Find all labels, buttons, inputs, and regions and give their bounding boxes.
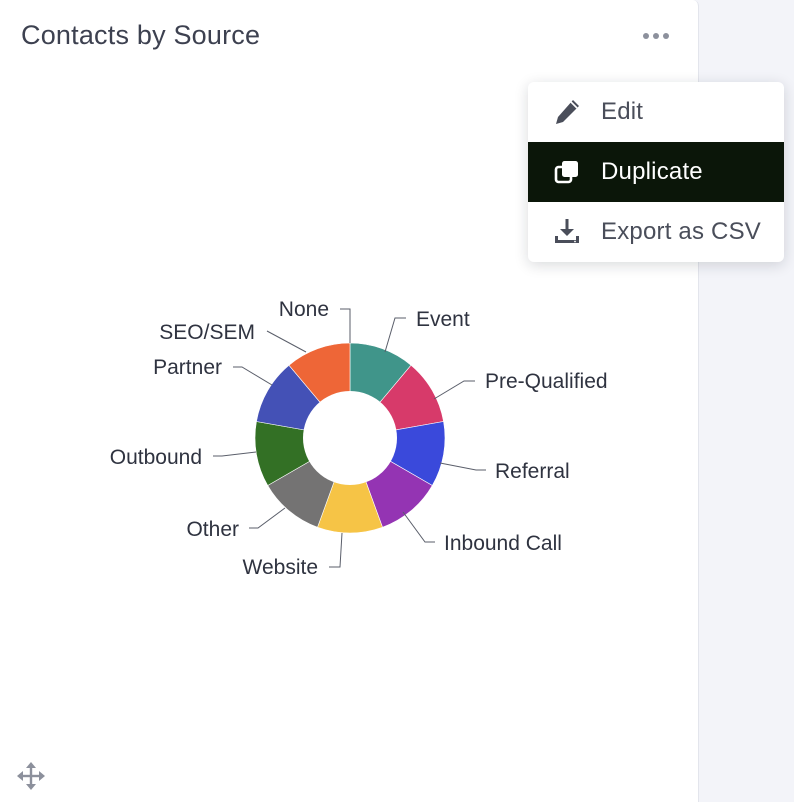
menu-item-duplicate[interactable]: Duplicate — [528, 142, 784, 202]
download-icon — [555, 219, 579, 243]
menu-item-edit[interactable]: Edit — [528, 82, 784, 142]
slice-label: Partner — [153, 356, 222, 379]
duplicate-icon — [554, 161, 578, 184]
leader-line — [266, 330, 307, 353]
leader-line — [439, 462, 486, 471]
leader-line — [329, 532, 343, 568]
slice-label: SEO/SEM — [159, 321, 255, 344]
slice-label: Inbound Call — [444, 532, 562, 555]
menu-item-export-csv[interactable]: Export as CSV — [528, 202, 784, 262]
slice-label: Pre-Qualified — [485, 370, 608, 393]
slice-label: None — [279, 298, 329, 321]
donut-hole — [303, 391, 397, 485]
menu-item-label: Edit — [601, 98, 644, 125]
move-arrows-icon[interactable] — [16, 761, 46, 791]
leader-line — [433, 380, 475, 400]
slice-label: Other — [186, 518, 239, 541]
slice-label: Website — [243, 556, 318, 579]
leader-line — [340, 308, 351, 343]
menu-item-label: Export as CSV — [601, 218, 761, 245]
pencil-icon — [556, 100, 579, 124]
slice-label: Event — [416, 308, 470, 331]
leader-line — [249, 507, 286, 529]
leader-line — [233, 366, 273, 386]
leader-line — [384, 317, 406, 353]
widget-context-menu: Edit Duplicate Export as CSV — [528, 82, 784, 262]
leader-line — [213, 451, 257, 457]
slice-label: Referral — [495, 460, 570, 483]
leader-line — [402, 511, 435, 543]
slice-label: Outbound — [110, 446, 202, 469]
menu-item-label: Duplicate — [601, 158, 703, 185]
